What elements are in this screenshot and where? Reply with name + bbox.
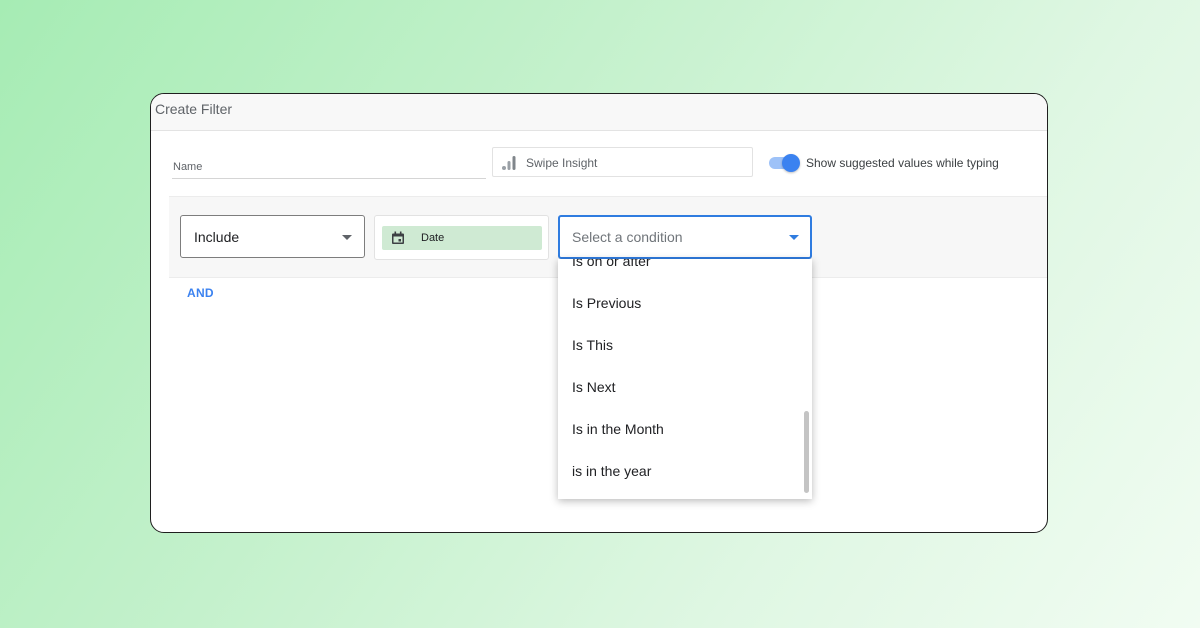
analytics-bars-icon xyxy=(502,156,516,170)
condition-option-in-year[interactable]: is in the year xyxy=(572,463,651,479)
date-field-chip[interactable]: Date xyxy=(382,226,542,250)
dropdown-scrollbar[interactable] xyxy=(804,411,809,493)
condition-option-previous[interactable]: Is Previous xyxy=(572,295,641,311)
chevron-down-icon xyxy=(789,235,799,240)
condition-placeholder: Select a condition xyxy=(572,229,683,245)
condition-option-on-or-after[interactable]: Is on or after xyxy=(572,259,651,269)
chevron-down-icon xyxy=(342,235,352,240)
date-field-label: Date xyxy=(421,232,445,244)
include-select-value: Include xyxy=(194,229,240,245)
condition-option-in-month[interactable]: Is in the Month xyxy=(572,421,664,437)
field-selector: Date xyxy=(374,215,549,260)
condition-dropdown-menu: Is on or after Is Previous Is This Is Ne… xyxy=(558,259,812,499)
include-exclude-select[interactable]: Include xyxy=(180,215,365,258)
data-source-label: Swipe Insight xyxy=(526,156,598,170)
create-filter-dialog: Create Filter Name Swipe Insight Show su… xyxy=(150,93,1048,533)
condition-option-this[interactable]: Is This xyxy=(572,337,613,353)
suggested-values-toggle[interactable] xyxy=(768,154,800,172)
calendar-icon xyxy=(392,231,404,244)
name-input[interactable]: Name xyxy=(172,150,486,179)
condition-option-next[interactable]: Is Next xyxy=(572,379,616,395)
suggested-values-label: Show suggested values while typing xyxy=(806,156,999,170)
condition-select[interactable]: Select a condition xyxy=(558,215,812,259)
dialog-header: Create Filter xyxy=(151,94,1047,131)
toggle-knob xyxy=(782,154,800,172)
add-and-clause-button[interactable]: AND xyxy=(187,286,214,300)
data-source-field[interactable]: Swipe Insight xyxy=(492,147,753,177)
name-label: Name xyxy=(173,161,203,173)
dialog-title: Create Filter xyxy=(155,101,233,117)
